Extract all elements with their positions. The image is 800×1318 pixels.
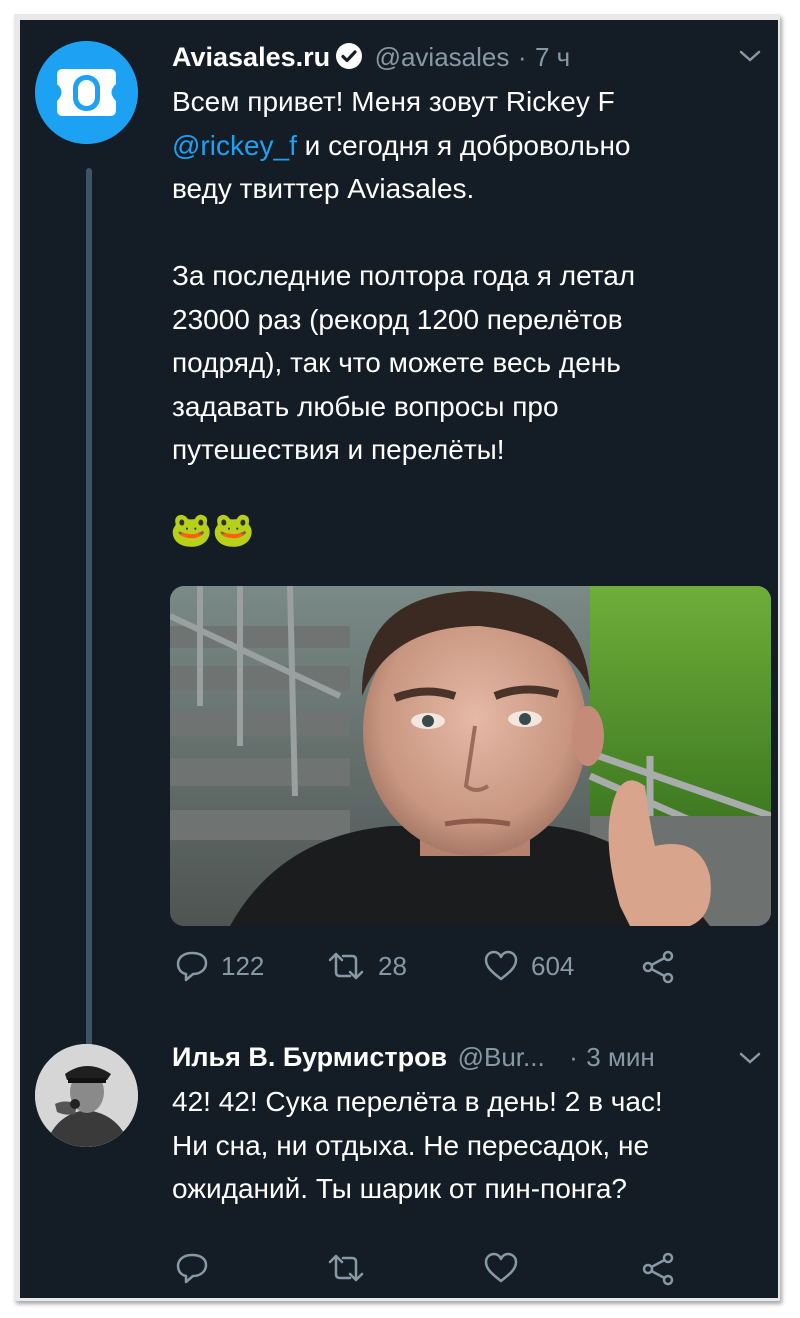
tweet-text-line1: Всем привет! Меня зовут Rickey F <box>172 86 615 117</box>
chevron-down-icon <box>739 50 761 62</box>
reply-header: Илья В. Бурмистров @Bur... · 3 мин <box>172 1042 772 1073</box>
reply-author-photo <box>35 1044 138 1147</box>
like-count: 604 <box>531 950 575 981</box>
reply-menu-chevron-icon[interactable] <box>738 1050 762 1071</box>
reply-like-button[interactable] <box>483 1252 531 1284</box>
reply-button[interactable]: 122 <box>175 950 264 982</box>
tweet-paragraph2: За последние полтора года я летал 23000 … <box>172 254 762 472</box>
tweet-handle[interactable]: @aviasales <box>375 42 510 72</box>
tweet-separator: · <box>517 42 527 72</box>
tweet-text-line2-rest: и сегодня я добровольно <box>296 129 631 161</box>
reply-icon <box>176 951 208 982</box>
reply-time[interactable]: 3 мин <box>586 1042 654 1072</box>
reply-icon <box>176 1253 208 1284</box>
verified-badge-icon <box>336 43 363 69</box>
reply-author-name[interactable]: Илья В. Бурмистров <box>172 1042 447 1072</box>
twitter-thread: Aviasales.ru @aviasales · 7 ч Всем приве… <box>20 20 778 1298</box>
share-icon <box>642 950 674 984</box>
share-button[interactable] <box>640 950 688 984</box>
mention-link[interactable]: @rickey_f <box>172 130 297 161</box>
retweet-count: 28 <box>378 950 407 981</box>
thread-connector-line <box>86 168 92 1050</box>
tweet-header: Aviasales.ru @aviasales · 7 ч <box>172 42 772 82</box>
reply-text: 42! 42! Сука перелёта в день! 2 в час! Н… <box>172 1086 663 1204</box>
avatar-aviasales[interactable] <box>35 41 138 144</box>
retweet-icon <box>328 952 364 980</box>
tweet-time[interactable]: 7 ч <box>535 42 570 72</box>
reply-handle[interactable]: @Bur... <box>458 1042 545 1072</box>
tweet-photo[interactable] <box>170 586 771 926</box>
tweet-menu-chevron-icon[interactable] <box>738 48 762 69</box>
selfie-image <box>170 586 771 926</box>
tweet-body: Всем привет! Меня зовут Rickey F @rickey… <box>172 80 762 211</box>
aviasales-logo-icon <box>35 41 138 144</box>
tweet-author-name[interactable]: Aviasales.ru <box>172 42 330 72</box>
like-icon <box>484 950 518 981</box>
tweet-text-line2: @rickey_f и сегодня я добровольно <box>172 124 762 168</box>
reply-count: 122 <box>221 950 265 981</box>
reply-retweet-button[interactable] <box>326 1252 378 1284</box>
reply-separator: · <box>569 1042 578 1072</box>
frog-emoji: 🐸🐸 <box>170 511 255 549</box>
avatar-reply-author[interactable] <box>35 1044 138 1147</box>
retweet-button[interactable]: 28 <box>326 950 407 982</box>
reply-body: 42! 42! Сука перелёта в день! 2 в час! Н… <box>172 1080 772 1211</box>
reply-reply-button[interactable] <box>175 1252 221 1284</box>
reply-share-button[interactable] <box>640 1252 688 1286</box>
chevron-down-icon <box>739 1052 761 1064</box>
like-icon <box>484 1252 518 1283</box>
tweet-text-paragraph2: За последние полтора года я летал 23000 … <box>172 260 636 465</box>
share-icon <box>642 1252 674 1286</box>
like-button[interactable]: 604 <box>483 950 574 982</box>
tweet-text-line3: веду твиттер Aviasales. <box>172 173 475 204</box>
retweet-icon <box>328 1254 364 1282</box>
